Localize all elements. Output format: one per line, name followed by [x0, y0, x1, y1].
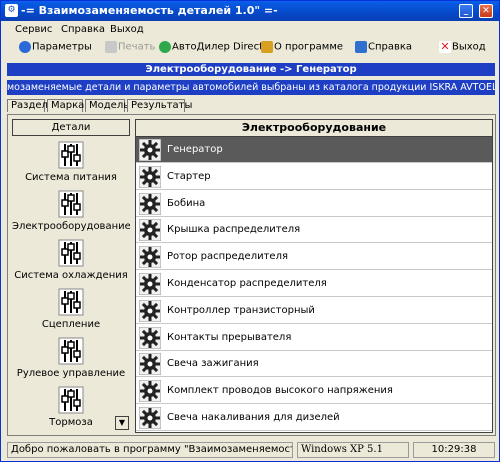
part-label: Ротор распределителя [167, 251, 288, 263]
category-label: Электрооборудование [12, 221, 130, 232]
part-label: Генератор [167, 144, 223, 155]
printer-icon [105, 41, 117, 53]
app-icon: ⚙ [5, 4, 18, 17]
gear-icon [139, 165, 161, 188]
params-button[interactable]: Параметры [19, 41, 92, 57]
gear-icon [139, 326, 161, 349]
part-label: Контакты прерывателя [167, 331, 292, 343]
part-row[interactable]: Бобина [136, 191, 492, 217]
gear-icon [139, 380, 161, 403]
exit-button[interactable]: ✕ Выход [439, 41, 486, 57]
settings-icon [19, 41, 31, 53]
menu-service[interactable]: Сервис [15, 24, 52, 35]
breadcrumb: Электрооборудование -> Генератор [7, 63, 495, 76]
help-button[interactable]: Справка [355, 41, 412, 57]
menu-help[interactable]: Справка [61, 24, 105, 35]
parts-list-panel: Электрооборудование Генератор Стартер Боби… [135, 119, 493, 433]
toolbar: Параметры Печать АвтоДилер Direct О прог… [3, 38, 497, 60]
tab-brand[interactable]: Марка [47, 99, 84, 112]
part-row[interactable]: Контакты прерывателя [136, 325, 492, 351]
category-item[interactable]: Рулевое управление [12, 337, 130, 379]
gear-icon [139, 299, 161, 322]
category-label: Рулевое управление [16, 368, 126, 379]
status-time: 10:29:38 [413, 442, 495, 458]
gear-icon [139, 273, 161, 295]
part-row[interactable]: Комплект проводов высокого напряжения [136, 378, 492, 405]
part-label: Крышка распределителя [167, 224, 301, 236]
part-icon [58, 239, 84, 267]
part-row[interactable]: Свеча зажигания [136, 351, 492, 378]
part-label: Свеча зажигания [167, 358, 259, 370]
tab-results[interactable]: Результаты [127, 99, 192, 112]
menu-exit[interactable]: Выход [110, 24, 144, 35]
gear-icon [139, 139, 161, 161]
parts-header[interactable]: Детали [12, 119, 130, 136]
part-icon [58, 141, 84, 169]
close-button[interactable]: ✕ [479, 4, 493, 18]
tab-section[interactable]: Раздел [7, 99, 48, 112]
app-window: ⚙ -= Взаимозаменяемость деталей 1.0" =- … [0, 0, 500, 462]
about-button[interactable]: О программе [261, 41, 343, 57]
main-panel: Детали Система питания Электрооборудовани… [7, 114, 496, 436]
part-label: Бобина [167, 197, 206, 209]
globe-icon [159, 41, 171, 53]
parts-list-header: Электрооборудование [136, 120, 492, 137]
gear-icon [139, 353, 161, 376]
scroll-down-button[interactable]: ▼ [115, 416, 129, 430]
gear-icon [139, 407, 161, 429]
info-icon [261, 41, 273, 53]
part-row[interactable]: Ротор распределителя [136, 244, 492, 271]
part-row[interactable]: Крышка распределителя [136, 217, 492, 244]
print-button[interactable]: Печать [105, 41, 155, 57]
part-icon [58, 288, 84, 316]
part-label: Контроллер транзисторный [167, 304, 315, 316]
menu-bar: Сервис Справка Выход [3, 22, 497, 38]
status-os: Windows XP 5.1 [297, 442, 409, 458]
part-row[interactable]: Контроллер транзисторный [136, 298, 492, 324]
part-label: Свеча накаливания для дизелей [167, 412, 340, 423]
category-item[interactable]: Электрооборудование [12, 190, 130, 232]
title-bar[interactable]: ⚙ -= Взаимозаменяемость деталей 1.0" =- … [1, 1, 499, 21]
part-label: Стартер [167, 170, 211, 182]
part-row[interactable]: Генератор [136, 137, 492, 163]
category-item[interactable]: Тормоза [12, 386, 130, 428]
part-label: Конденсатор распределителя [167, 278, 327, 289]
category-label: Сцепление [41, 319, 101, 330]
minimize-button[interactable]: _ [459, 4, 473, 18]
category-item[interactable]: Сцепление [12, 288, 130, 330]
category-label: Тормоза [49, 417, 93, 428]
exit-icon: ✕ [439, 40, 451, 53]
help-book-icon [355, 41, 367, 53]
status-message: Добро пожаловать в программу "Взаимозаме… [7, 442, 293, 458]
part-row[interactable]: Свеча накаливания для дизелей [136, 405, 492, 431]
category-item[interactable]: Система питания [12, 141, 130, 183]
gear-icon [139, 246, 161, 269]
status-bar: Добро пожаловать в программу "Взаимозаме… [3, 441, 497, 459]
category-item[interactable]: Система охлаждения [12, 239, 130, 281]
part-icon [58, 337, 84, 365]
part-row[interactable]: Стартер [136, 164, 492, 190]
category-label: Система охлаждения [14, 270, 128, 281]
part-icon [58, 190, 84, 218]
part-label: Комплект проводов высокого напряжения [167, 385, 393, 397]
tab-model[interactable]: Модель [85, 99, 129, 112]
category-label: Система питания [25, 172, 117, 183]
info-ticker: мозаменяемые детали и параметры автомоби… [7, 80, 495, 95]
gear-icon [139, 192, 161, 215]
window-title: -= Взаимозаменяемость деталей 1.0" =- [21, 4, 278, 17]
autodealer-button[interactable]: АвтоДилер Direct [159, 41, 263, 57]
category-list: Система питания Электрооборудование Систем… [12, 139, 130, 431]
gear-icon [139, 219, 161, 242]
part-row[interactable]: Конденсатор распределителя [136, 271, 492, 297]
part-icon [58, 386, 84, 414]
